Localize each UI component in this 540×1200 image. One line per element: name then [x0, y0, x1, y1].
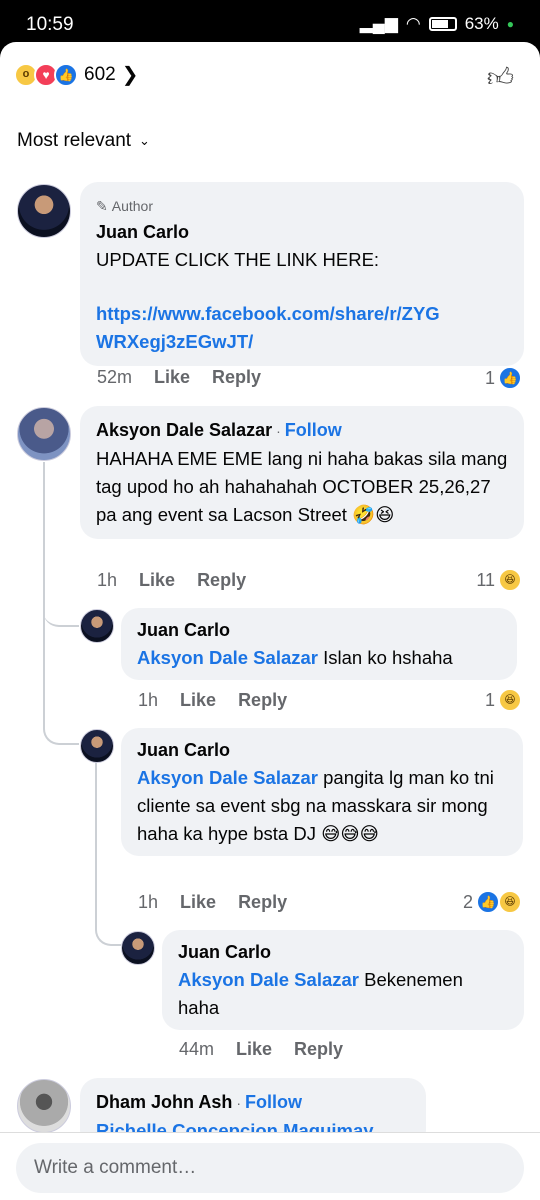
sort-label: Most relevant: [17, 130, 132, 151]
comment-bubble: Juan Carlo Aksyon Dale Salazar Islan ko …: [121, 608, 517, 680]
like-reaction-icon: 👍: [498, 366, 522, 390]
reply-button[interactable]: Reply: [212, 367, 261, 388]
comment-bubble: ✎ Author Juan Carlo UPDATE CLICK THE LIN…: [80, 182, 524, 366]
separator-dot: ·: [276, 423, 281, 439]
avatar[interactable]: [17, 184, 71, 238]
like-reaction-icon: 👍: [476, 890, 500, 914]
chevron-right-icon: ❯: [121, 64, 139, 86]
like-outline-icon[interactable]: 👍︎: [487, 62, 514, 93]
reactions-summary[interactable]: o ♥ 👍 602 ❯: [14, 62, 138, 87]
comment-time: 1h: [138, 690, 159, 710]
thread-line: [95, 758, 97, 878]
comment-time: 1h: [138, 892, 159, 912]
comment-actions: 52m Like Reply: [97, 367, 261, 388]
like-button[interactable]: Like: [180, 690, 216, 711]
mention-link[interactable]: Aksyon Dale Salazar: [178, 969, 359, 990]
comments-sheet: o ♥ 👍 602 ❯ 👍︎ Most relevant ⌄ ✎ Author …: [0, 42, 540, 1200]
comment-composer: [0, 1132, 540, 1200]
author-badge: ✎ Author: [96, 192, 508, 220]
chevron-down-icon: ⌄: [139, 133, 150, 148]
comment-link-line1[interactable]: https://www.facebook.com/share/r/ZYG: [96, 300, 508, 328]
like-reaction-icon: 👍: [54, 62, 78, 87]
reaction-count: 602: [84, 63, 116, 85]
thread-line: [43, 462, 45, 672]
charging-dot-icon: ●: [506, 17, 514, 31]
comment-time: 44m: [179, 1039, 215, 1059]
status-time: 10:59: [26, 14, 74, 35]
comment-bubble: Juan Carlo Aksyon Dale Salazar pangita l…: [121, 728, 523, 856]
reply-button[interactable]: Reply: [294, 1039, 343, 1060]
reply-button[interactable]: Reply: [197, 570, 246, 591]
comment-input[interactable]: [16, 1143, 524, 1193]
like-button[interactable]: Like: [180, 892, 216, 913]
haha-reaction-icon: 😆: [498, 890, 522, 914]
avatar[interactable]: [121, 931, 155, 965]
commenter-name[interactable]: Juan Carlo: [137, 736, 507, 764]
mention-link[interactable]: Aksyon Dale Salazar: [137, 647, 318, 668]
comment-actions: 1h Like Reply: [138, 892, 287, 913]
comment-text: HAHAHA EME EME lang ni haha bakas sila m…: [96, 448, 508, 525]
commenter-name[interactable]: Dham John Ash: [96, 1092, 232, 1112]
commenter-name[interactable]: Juan Carlo: [178, 938, 508, 966]
battery-percent: 63%: [464, 14, 499, 33]
avatar[interactable]: [17, 407, 71, 461]
avatar[interactable]: [80, 609, 114, 643]
pencil-icon: ✎: [96, 198, 108, 214]
comment-actions: 44m Like Reply: [179, 1039, 343, 1060]
sort-dropdown[interactable]: Most relevant ⌄: [17, 130, 150, 152]
reply-button[interactable]: Reply: [238, 892, 287, 913]
commenter-name[interactable]: Juan Carlo: [137, 616, 501, 644]
comment-actions: 1h Like Reply: [97, 570, 246, 591]
haha-reaction-icon: 😆: [498, 568, 522, 592]
status-icons: ▂▄▆ ◠ 63% ●: [360, 14, 514, 34]
comment-reactions[interactable]: 11 😆: [476, 568, 522, 592]
battery-icon: [428, 17, 457, 31]
haha-reaction-icon: 😆: [498, 688, 522, 712]
comment-bubble: Juan Carlo Aksyon Dale Salazar Bekenemen…: [162, 930, 524, 1030]
comment-actions: 1h Like Reply: [138, 690, 287, 711]
follow-button[interactable]: Follow: [245, 1092, 302, 1112]
comment-bubble: Aksyon Dale Salazar · Follow HAHAHA EME EM…: [80, 406, 524, 539]
like-button[interactable]: Like: [139, 570, 175, 591]
comment-text: UPDATE CLICK THE LINK HERE:: [96, 249, 380, 270]
follow-button[interactable]: Follow: [285, 420, 342, 440]
status-bar: 10:59 ▂▄▆ ◠ 63% ●: [0, 0, 540, 48]
commenter-name[interactable]: Juan Carlo: [96, 218, 508, 246]
comment-time: 1h: [97, 570, 118, 590]
avatar[interactable]: [80, 729, 114, 763]
comment-time: 52m: [97, 367, 133, 387]
comment-reactions[interactable]: 1 👍: [485, 366, 522, 390]
thread-connector: [95, 878, 121, 946]
like-button[interactable]: Like: [236, 1039, 272, 1060]
thread-connector: [43, 672, 79, 745]
separator-dot: ·: [236, 1095, 242, 1111]
comment-link-line2[interactable]: WRXegj3zEGwJT/: [96, 328, 508, 356]
like-button[interactable]: Like: [154, 367, 190, 388]
thread-connector: [43, 602, 79, 627]
reply-button[interactable]: Reply: [238, 690, 287, 711]
comment-text: Islan ko hshaha: [317, 647, 453, 668]
signal-icon: ▂▄▆: [359, 14, 398, 33]
comment-reactions[interactable]: 2 👍 😆: [463, 890, 522, 914]
commenter-name[interactable]: Aksyon Dale Salazar: [96, 420, 272, 440]
wifi-icon: ◠: [405, 14, 421, 33]
avatar[interactable]: [17, 1079, 71, 1133]
mention-link[interactable]: Aksyon Dale Salazar: [137, 767, 318, 788]
comment-reactions[interactable]: 1 😆: [485, 688, 522, 712]
